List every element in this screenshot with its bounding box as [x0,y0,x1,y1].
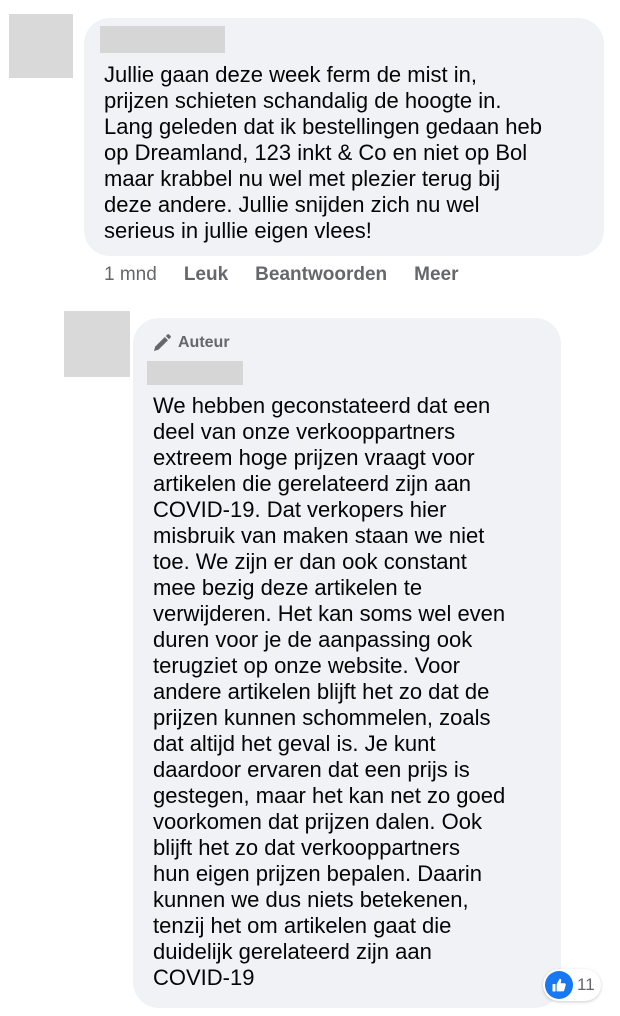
comment-text: Jullie gaan deze week ferm de mist in, p… [104,62,542,243]
reply-button[interactable]: Beantwoorden [255,264,387,286]
commenter-avatar[interactable] [9,14,73,78]
reply-text: We hebben geconstateerd dat een deel van… [153,393,506,990]
like-button[interactable]: Leuk [184,264,228,286]
author-badge: Auteur [152,331,230,355]
more-button[interactable]: Meer [414,264,458,286]
pencil-icon [154,334,171,351]
commenter-name-redacted[interactable] [100,26,225,53]
author-badge-label: Auteur [178,334,230,351]
reaction-count: 11 [577,975,595,994]
comment-actions: 1 mnd Leuk Beantwoorden Meer [104,262,485,288]
like-icon [545,971,573,999]
author-avatar[interactable] [64,311,130,377]
reactions-summary[interactable]: 11 [543,969,601,1001]
author-name-redacted[interactable] [147,361,243,385]
comment-timestamp[interactable]: 1 mnd [104,264,157,286]
